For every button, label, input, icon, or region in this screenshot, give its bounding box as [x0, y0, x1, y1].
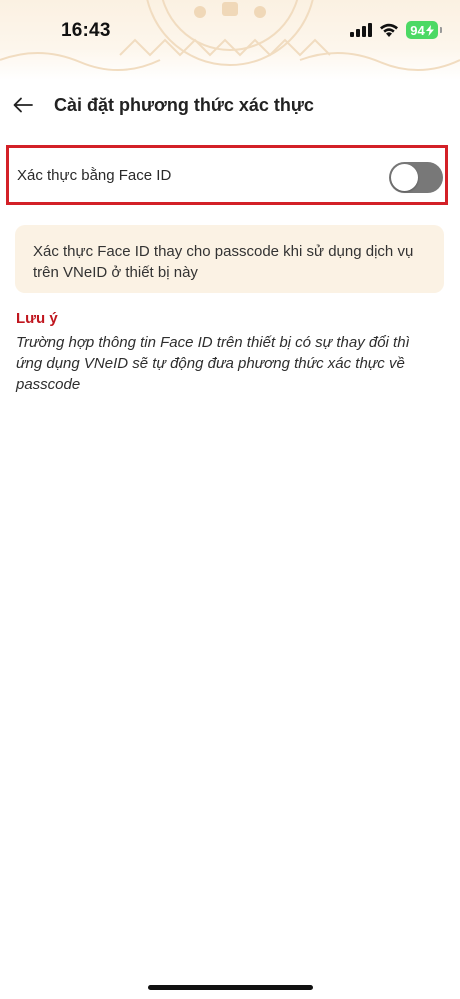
face-id-setting-row: Xác thực bằng Face ID — [6, 145, 448, 205]
app-header: Cài đặt phương thức xác thực — [0, 86, 460, 126]
back-button[interactable] — [10, 92, 36, 118]
status-icons: 94 — [350, 21, 442, 39]
home-indicator — [148, 985, 313, 990]
charging-bolt-icon — [425, 24, 434, 36]
page-title: Cài đặt phương thức xác thực — [54, 95, 314, 115]
status-time: 16:43 — [61, 20, 111, 41]
status-bar: 16:43 94 — [0, 0, 460, 80]
face-id-toggle[interactable] — [389, 162, 443, 193]
info-text: Xác thực Face ID thay cho passcode khi s… — [33, 243, 414, 281]
battery-level: 94 — [410, 22, 425, 38]
battery-tip — [440, 27, 442, 33]
face-id-setting-label: Xác thực bằng Face ID — [17, 167, 172, 184]
note-body: Trường hợp thông tin Face ID trên thiết … — [16, 334, 410, 393]
battery-icon: 94 — [406, 21, 438, 39]
toggle-knob — [391, 164, 418, 191]
info-box: Xác thực Face ID thay cho passcode khi s… — [15, 225, 444, 293]
signal-icon — [350, 23, 372, 37]
arrow-left-icon — [13, 97, 33, 113]
note-title: Lưu ý — [16, 310, 58, 327]
wifi-icon — [380, 23, 398, 37]
